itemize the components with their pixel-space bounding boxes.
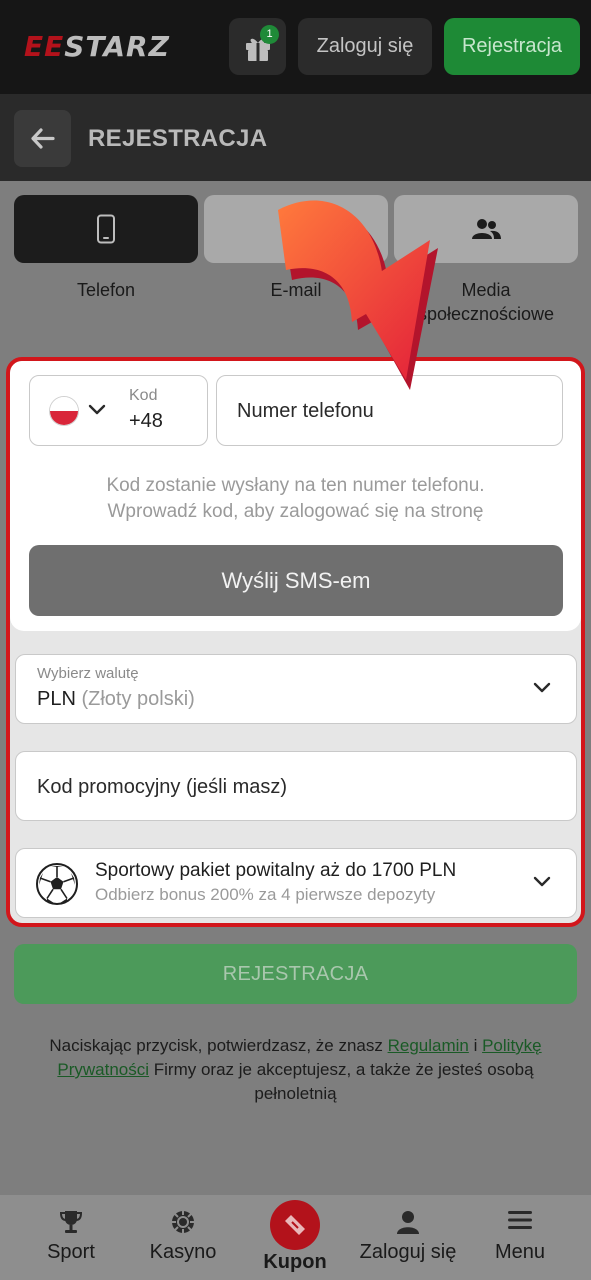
legal-notice: Naciskając przycisk, potwierdzasz, że zn…	[30, 1034, 561, 1106]
sms-hint: Kod zostanie wysłany na ten numer telefo…	[10, 473, 581, 525]
flag-pl-icon	[49, 396, 79, 426]
nav-kupon-label: Kupon	[263, 1251, 327, 1273]
users-icon	[472, 219, 501, 239]
send-sms-button[interactable]: Wyślij SMS-em	[29, 545, 563, 616]
currency-code: PLN	[37, 688, 76, 710]
submit-registration-button[interactable]: REJESTRACJA	[14, 944, 577, 1004]
user-icon	[397, 1211, 419, 1234]
nav-kupon[interactable]	[270, 1200, 320, 1250]
chevron-down-icon	[533, 682, 551, 693]
back-button[interactable]	[14, 110, 71, 167]
nav-menu[interactable]: Menu	[461, 1195, 579, 1280]
currency-name: (Złoty polski)	[81, 688, 195, 710]
tab-phone-label: Telefon	[76, 280, 136, 300]
logo-text: STARZ	[64, 30, 170, 63]
login-button[interactable]: Zaloguj się	[298, 18, 432, 75]
logo[interactable]: EESTARZ	[24, 30, 170, 63]
page-header: REJESTRACJA	[0, 94, 591, 181]
casino-chip-icon	[172, 1211, 194, 1233]
notification-badge: 1	[260, 25, 279, 44]
nav-login-label: Zaloguj się	[359, 1241, 457, 1263]
phone-icon	[97, 214, 115, 244]
gift-button[interactable]: 1	[229, 18, 286, 75]
phone-card: Kod +48 Numer telefonu Kod zostanie wysł…	[10, 361, 581, 631]
tab-social-label-line1: Media	[461, 280, 511, 300]
bonus-subtitle: Odbierz bonus 200% za 4 pierwsze depozyt…	[95, 885, 436, 904]
phone-number-placeholder: Numer telefonu	[237, 400, 374, 422]
nav-sport[interactable]: Sport	[12, 1195, 130, 1280]
nav-casino[interactable]: Kasyno	[124, 1195, 242, 1280]
legal-text-and: i	[468, 1036, 483, 1055]
register-button[interactable]: Rejestracja	[444, 18, 580, 75]
country-code-select[interactable]: Kod +48	[29, 375, 208, 446]
ticket-icon	[285, 1215, 305, 1235]
nav-sport-label: Sport	[47, 1241, 95, 1263]
logo-mark: EE	[24, 30, 65, 63]
sms-hint-line1: Kod zostanie wysłany na ten numer telefo…	[106, 475, 485, 496]
soccer-ball-icon	[36, 863, 78, 905]
nav-menu-label: Menu	[494, 1241, 546, 1263]
currency-value: PLN (Złoty polski)	[37, 688, 195, 711]
chevron-down-icon	[533, 876, 551, 887]
top-bar: EESTARZ 1 Zaloguj się Rejestracja	[0, 0, 591, 94]
legal-text-end: Firmy oraz je akceptujesz, a także że je…	[149, 1060, 534, 1103]
code-value: +48	[129, 410, 163, 432]
promo-code-input[interactable]: Kod promocyjny (jeśli masz)	[15, 751, 577, 821]
registration-form-highlight: Kod +48 Numer telefonu Kod zostanie wysł…	[6, 357, 585, 927]
code-label: Kod	[129, 387, 158, 404]
chevron-down-icon	[88, 404, 106, 415]
tab-phone[interactable]	[14, 195, 198, 263]
nav-login[interactable]: Zaloguj się	[349, 1195, 467, 1280]
trophy-icon	[59, 1211, 83, 1233]
legal-text: Naciskając przycisk, potwierdzasz, że zn…	[49, 1036, 388, 1055]
currency-select[interactable]: Wybierz walutę PLN (Złoty polski)	[15, 654, 577, 724]
currency-label: Wybierz walutę	[37, 665, 139, 682]
bonus-title: Sportowy pakiet powitalny aż do 1700 PLN	[95, 860, 457, 881]
page-title: REJESTRACJA	[88, 125, 268, 152]
promo-code-placeholder: Kod promocyjny (jeśli masz)	[37, 776, 288, 798]
arrow-left-icon	[31, 128, 55, 149]
bonus-select[interactable]: Sportowy pakiet powitalny aż do 1700 PLN…	[15, 848, 577, 918]
terms-link[interactable]: Regulamin	[388, 1036, 469, 1055]
hamburger-icon	[508, 1211, 532, 1229]
pointer-arrow-icon	[278, 200, 438, 390]
sms-hint-line2: Wprowadź kod, aby zalogować się na stron…	[107, 501, 484, 522]
nav-casino-label: Kasyno	[149, 1241, 217, 1263]
